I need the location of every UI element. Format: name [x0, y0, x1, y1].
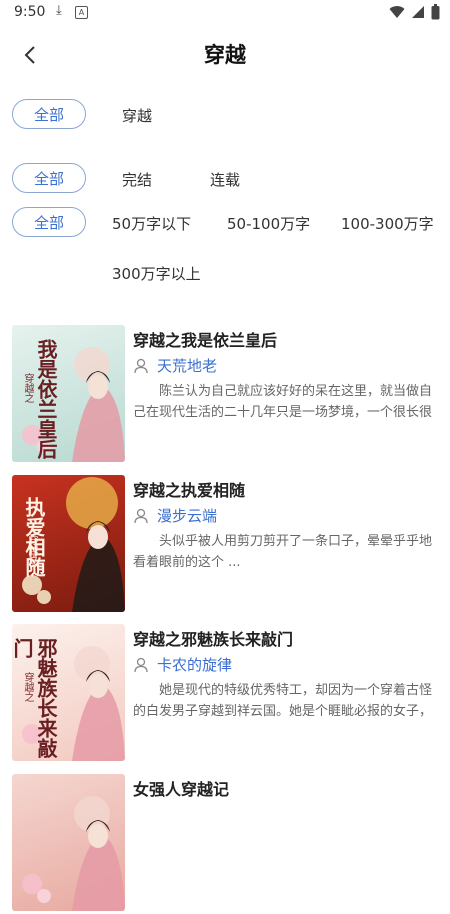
- words-option-1[interactable]: 50-100万字: [227, 213, 310, 234]
- cover-subtitle: 穿越之: [26, 535, 37, 565]
- status-bar: 9:50 ⤓ A: [0, 0, 450, 26]
- author-name[interactable]: 漫步云端: [157, 505, 217, 526]
- author-name[interactable]: 天荒地老: [157, 355, 217, 376]
- book-item[interactable]: 我是依兰皇后 穿越之 穿越之我是依兰皇后 天荒地老 陈兰认为自己就应该好好的呆在…: [12, 325, 438, 465]
- words-option-0[interactable]: 50万字以下: [112, 213, 191, 234]
- book-cover[interactable]: 我是依兰皇后 穿越之: [12, 325, 125, 462]
- notification-icon: A: [75, 6, 88, 19]
- book-author: 卡农的旋律: [133, 654, 232, 675]
- book-title[interactable]: 穿越之执爱相随: [133, 477, 245, 501]
- user-icon: [134, 657, 148, 672]
- app-header: 穿越: [0, 26, 450, 82]
- cover-subtitle: 穿越之: [22, 373, 33, 403]
- status-option-0[interactable]: 完结: [122, 169, 152, 190]
- words-filter-row: 全部: [12, 207, 86, 237]
- status-option-1[interactable]: 连载: [210, 169, 240, 190]
- status-icons: [389, 3, 440, 21]
- signal-icon: [412, 6, 424, 18]
- book-item[interactable]: 执爱相随 穿越之 穿越之执爱相随 漫步云端 头似乎被人用剪刀剪开了一条口子，晕晕…: [12, 475, 438, 615]
- user-icon: [134, 358, 148, 373]
- battery-icon: [431, 4, 440, 20]
- book-item[interactable]: 女强人穿越记: [12, 774, 438, 914]
- status-all-pill[interactable]: 全部: [12, 163, 86, 193]
- page-title: 穿越: [204, 43, 246, 67]
- book-description: [133, 830, 433, 872]
- cover-subtitle: 穿越之: [22, 672, 33, 702]
- status-time: 9:50: [14, 4, 46, 20]
- book-item[interactable]: 邪魅族长来敲门 穿越之 穿越之邪魅族长来敲门 卡农的旋律 她是现代的特级优秀特工…: [12, 624, 438, 764]
- author-name[interactable]: 卡农的旋律: [157, 654, 232, 675]
- user-icon: [134, 508, 148, 523]
- book-cover[interactable]: [12, 774, 125, 911]
- book-title[interactable]: 穿越之邪魅族长来敲门: [133, 626, 293, 650]
- book-title[interactable]: 女强人穿越记: [133, 776, 229, 800]
- book-author: 天荒地老: [133, 355, 217, 376]
- book-description: 陈兰认为自己就应该好好的呆在这里，就当做自己在现代生活的二十几年只是一场梦境，一…: [133, 384, 433, 420]
- category-option-0[interactable]: 穿越: [122, 105, 152, 126]
- book-cover[interactable]: 执爱相随 穿越之: [12, 475, 125, 612]
- download-icon: ⤓: [56, 3, 62, 18]
- cover-art: [22, 796, 125, 911]
- words-option-2[interactable]: 100-300万字: [341, 213, 434, 234]
- book-cover[interactable]: 邪魅族长来敲门 穿越之: [12, 624, 125, 761]
- words-option-3[interactable]: 300万字以上: [112, 263, 201, 284]
- category-all-pill[interactable]: 全部: [12, 99, 86, 129]
- status-filter-row: 全部: [12, 163, 86, 193]
- cover-title: 邪魅族长来敲门: [12, 638, 58, 758]
- book-author: 漫步云端: [133, 505, 217, 526]
- book-title[interactable]: 穿越之我是依兰皇后: [133, 327, 277, 351]
- book-description: 她是现代的特级优秀特工，却因为一个穿着古怪的白发男子穿越到祥云国。她是个睚眦必报…: [133, 683, 433, 719]
- words-all-pill[interactable]: 全部: [12, 207, 86, 237]
- wifi-icon: [389, 6, 405, 19]
- cover-title: 我是依兰皇后: [34, 339, 58, 459]
- category-filter-row: 全部: [12, 99, 86, 129]
- book-description: 头似乎被人用剪刀剪开了一条口子，晕晕乎乎地看着眼前的这个 ...: [133, 534, 433, 570]
